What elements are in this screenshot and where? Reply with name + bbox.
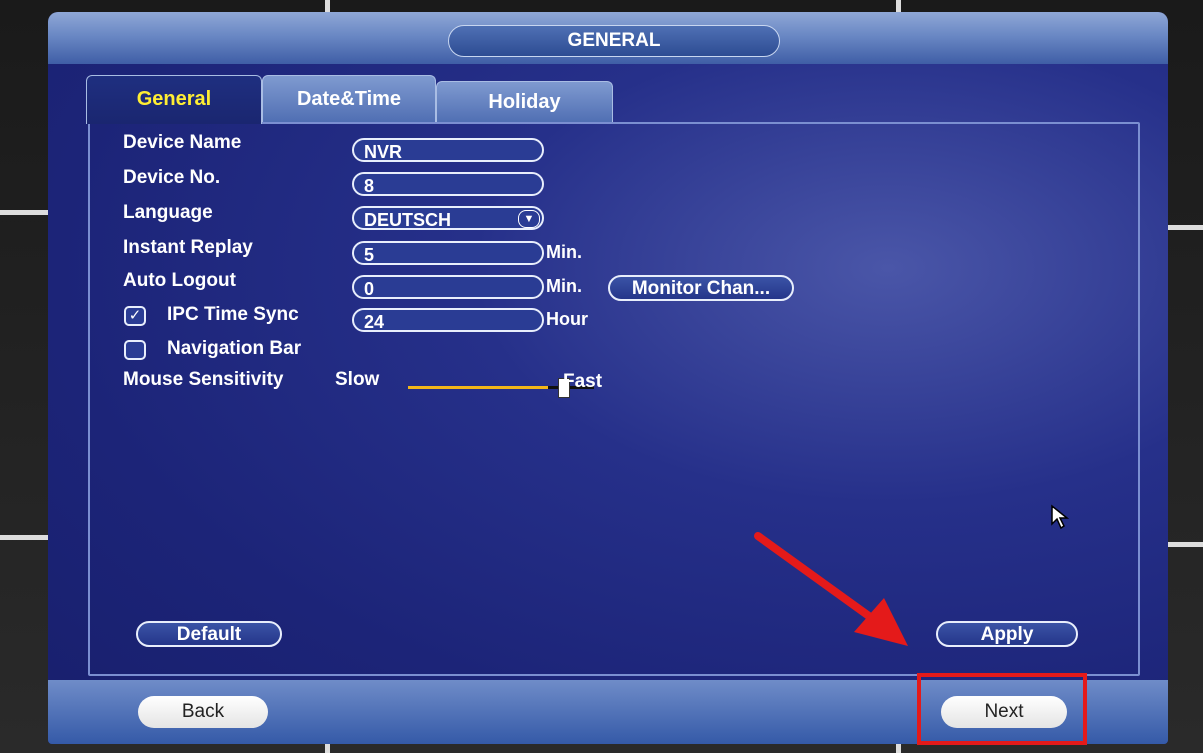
monitor-channel-button[interactable]: Monitor Chan... bbox=[608, 275, 794, 301]
device-no-label: Device No. bbox=[123, 167, 221, 188]
instant-replay-unit: Min. bbox=[546, 242, 582, 262]
tab-general[interactable]: General bbox=[86, 75, 262, 124]
ipc-time-sync-label: IPC Time Sync bbox=[167, 304, 299, 325]
red-arrow-annotation-icon bbox=[754, 532, 908, 646]
mouse-sensitivity-label: Mouse Sensitivity bbox=[123, 369, 284, 390]
instant-replay-label: Instant Replay bbox=[123, 237, 253, 258]
slider-max-label: Fast bbox=[563, 371, 603, 392]
nvr-screen: GENERAL General Date&Time Holiday Device… bbox=[48, 12, 1168, 744]
mouse-sensitivity-slider-fill[interactable] bbox=[408, 386, 548, 389]
title-bar: GENERAL bbox=[48, 12, 1168, 64]
auto-logout-label: Auto Logout bbox=[123, 270, 236, 291]
navigation-bar-label: Navigation Bar bbox=[167, 338, 302, 359]
device-name-input[interactable]: NVR bbox=[352, 138, 544, 162]
device-no-input[interactable]: 8 bbox=[352, 172, 544, 196]
language-select[interactable]: DEUTSCH ▼ bbox=[352, 206, 544, 230]
checkmark-icon: ✓ bbox=[128, 307, 142, 324]
window-title: GENERAL bbox=[448, 25, 780, 57]
auto-logout-unit: Min. bbox=[546, 276, 582, 296]
tile-grout bbox=[1163, 542, 1203, 547]
tile-grout bbox=[1163, 225, 1203, 230]
slider-min-label: Slow bbox=[335, 369, 380, 390]
back-button[interactable]: Back bbox=[138, 696, 268, 728]
language-value: DEUTSCH bbox=[364, 210, 452, 230]
settings-panel bbox=[88, 122, 1140, 676]
navigation-bar-checkbox[interactable] bbox=[124, 340, 146, 360]
tab-holiday[interactable]: Holiday bbox=[436, 81, 613, 124]
mouse-cursor-icon bbox=[1051, 504, 1070, 530]
chevron-down-icon[interactable]: ▼ bbox=[518, 210, 540, 228]
instant-replay-input[interactable]: 5 bbox=[352, 241, 544, 265]
auto-logout-input[interactable]: 0 bbox=[352, 275, 544, 299]
language-label: Language bbox=[123, 202, 213, 223]
device-name-label: Device Name bbox=[123, 132, 242, 153]
default-button[interactable]: Default bbox=[136, 621, 282, 647]
ipc-time-sync-checkbox[interactable]: ✓ bbox=[124, 306, 146, 326]
apply-button[interactable]: Apply bbox=[936, 621, 1078, 647]
ipc-time-sync-input[interactable]: 24 bbox=[352, 308, 544, 332]
tab-date-time[interactable]: Date&Time bbox=[262, 75, 436, 124]
ipc-time-sync-unit: Hour bbox=[546, 309, 588, 329]
next-button-highlight bbox=[917, 673, 1087, 745]
